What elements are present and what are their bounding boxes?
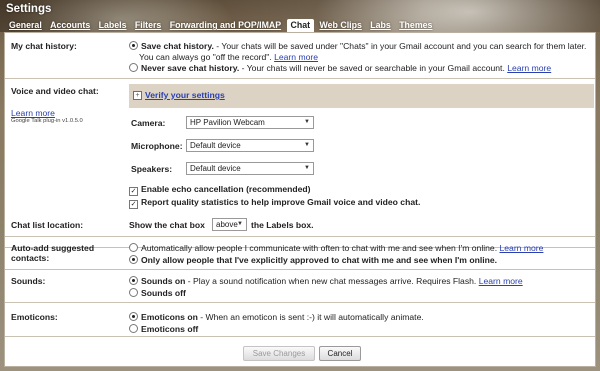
sounds-off-option[interactable]: Sounds off xyxy=(129,288,186,298)
cancel-button[interactable]: Cancel xyxy=(319,346,361,361)
microphone-value: Default device xyxy=(190,141,241,150)
tab-forwarding[interactable]: Forwarding and POP/IMAP xyxy=(167,19,284,32)
never-save-option[interactable]: Never save chat history. - Your chats wi… xyxy=(129,63,551,73)
save-history-title: Save chat history. xyxy=(141,41,214,51)
echo-text: Enable echo cancellation (recommended) xyxy=(141,184,311,194)
emoticons-on-title: Emoticons on xyxy=(141,312,198,322)
expand-icon[interactable]: + xyxy=(133,91,142,100)
chat-list-pre: Show the chat box xyxy=(129,220,205,230)
sounds-off-radio[interactable] xyxy=(129,288,138,297)
stats-text: Report quality statistics to help improv… xyxy=(141,197,421,207)
microphone-select[interactable]: Default device ▼ xyxy=(186,139,314,152)
speakers-value: Default device xyxy=(190,164,241,173)
dropdown-arrow-icon: ▼ xyxy=(304,142,310,148)
tab-labs[interactable]: Labs xyxy=(367,19,394,32)
settings-panel: My chat history: Save chat history. - Yo… xyxy=(4,32,596,367)
verify-settings-bar: + Verify your settings xyxy=(129,84,594,108)
chat-history-label: My chat history: xyxy=(11,41,77,51)
only-approved-option[interactable]: Only allow people that I've explicitly a… xyxy=(129,255,497,265)
save-changes-button[interactable]: Save Changes xyxy=(243,346,315,361)
never-save-title: Never save chat history. xyxy=(141,63,240,73)
auto-add-text: Automatically allow people I communicate… xyxy=(141,243,498,253)
emoticons-off-radio[interactable] xyxy=(129,324,138,333)
tab-accounts[interactable]: Accounts xyxy=(47,19,93,32)
stats-checkbox[interactable]: ✓ xyxy=(129,200,138,209)
camera-select[interactable]: HP Pavilion Webcam ▼ xyxy=(186,116,314,129)
microphone-label: Microphone: xyxy=(131,141,183,151)
chat-list-value: above xyxy=(216,220,238,229)
section-chat-history: My chat history: Save chat history. - Yo… xyxy=(5,33,595,79)
plugin-version: Google Talk plug-in v1.0.5.0 xyxy=(11,118,83,124)
tab-filters[interactable]: Filters xyxy=(132,19,164,32)
emoticons-on-radio[interactable] xyxy=(129,312,138,321)
never-save-radio[interactable] xyxy=(129,63,138,72)
emoticons-off-option[interactable]: Emoticons off xyxy=(129,324,198,334)
save-history-option[interactable]: Save chat history. - Your chats will be … xyxy=(129,41,586,51)
only-approved-text: Only allow people that I've explicitly a… xyxy=(141,255,498,265)
tab-chat[interactable]: Chat xyxy=(286,19,315,33)
section-emoticons: Emoticons: Emoticons on - When an emotic… xyxy=(5,302,595,337)
learn-more-link[interactable]: Learn more xyxy=(274,52,318,62)
tab-web-clips[interactable]: Web Clips xyxy=(316,19,364,32)
never-save-text: - Your chats will never be saved or sear… xyxy=(239,63,505,73)
section-auto-add: Auto-add suggested contacts: Automatical… xyxy=(5,236,595,270)
auto-add-radio[interactable] xyxy=(129,243,138,252)
tab-labels[interactable]: Labels xyxy=(96,19,130,32)
emoticons-on-option[interactable]: Emoticons on - When an emoticon is sent … xyxy=(129,312,424,322)
learn-more-link[interactable]: Learn more xyxy=(479,276,523,286)
speakers-select[interactable]: Default device ▼ xyxy=(186,162,314,175)
echo-cancellation-option[interactable]: ✓ Enable echo cancellation (recommended) xyxy=(129,184,311,196)
only-approved-radio[interactable] xyxy=(129,255,138,264)
learn-more-link[interactable]: Learn more xyxy=(499,243,543,253)
save-history-radio[interactable] xyxy=(129,41,138,50)
chat-list-label: Chat list location: xyxy=(11,220,84,230)
dropdown-arrow-icon: ▼ xyxy=(304,119,310,125)
settings-tabs: General Accounts Labels Filters Forwardi… xyxy=(6,19,435,33)
echo-checkbox[interactable]: ✓ xyxy=(129,187,138,196)
sounds-label: Sounds: xyxy=(11,276,46,286)
camera-label: Camera: xyxy=(131,118,166,128)
sounds-on-radio[interactable] xyxy=(129,276,138,285)
section-sounds: Sounds: Sounds on - Play a sound notific… xyxy=(5,269,595,303)
report-stats-option[interactable]: ✓ Report quality statistics to help impro… xyxy=(129,197,420,209)
section-chat-list: Chat list location: Show the chat box ab… xyxy=(5,213,595,237)
camera-value: HP Pavilion Webcam xyxy=(190,118,265,127)
save-history-text: - Your chats will be saved under "Chats"… xyxy=(213,41,587,51)
chat-list-select[interactable]: above ▼ xyxy=(212,218,247,231)
tab-themes[interactable]: Themes xyxy=(396,19,435,32)
emoticons-off-text: Emoticons off xyxy=(141,324,199,334)
emoticons-on-text: - When an emoticon is sent :-) it will a… xyxy=(197,312,424,322)
sounds-on-title: Sounds on xyxy=(141,276,186,286)
auto-add-label: Auto-add suggested contacts: xyxy=(11,243,95,263)
sounds-on-text: - Play a sound notification when new cha… xyxy=(185,276,477,286)
emoticons-label: Emoticons: xyxy=(11,312,58,322)
voice-learn-more-link[interactable]: Learn more xyxy=(11,108,55,118)
dropdown-arrow-icon: ▼ xyxy=(237,221,243,227)
off-record-text: You can always go "off the record". xyxy=(139,52,272,62)
page-title: Settings xyxy=(6,3,52,15)
tab-general[interactable]: General xyxy=(6,19,45,32)
off-record-line: You can always go "off the record". Lear… xyxy=(139,52,318,62)
auto-add-option[interactable]: Automatically allow people I communicate… xyxy=(129,243,543,253)
chat-list-setting: Show the chat box xyxy=(129,220,205,230)
learn-more-link[interactable]: Learn more xyxy=(507,63,551,73)
speakers-label: Speakers: xyxy=(131,164,173,174)
voice-video-label: Voice and video chat: xyxy=(11,86,99,96)
dropdown-arrow-icon: ▼ xyxy=(304,165,310,171)
sounds-on-option[interactable]: Sounds on - Play a sound notification wh… xyxy=(129,276,523,286)
chat-list-post: the Labels box. xyxy=(251,220,314,230)
sounds-off-text: Sounds off xyxy=(141,288,186,298)
verify-settings-link[interactable]: Verify your settings xyxy=(145,90,225,100)
